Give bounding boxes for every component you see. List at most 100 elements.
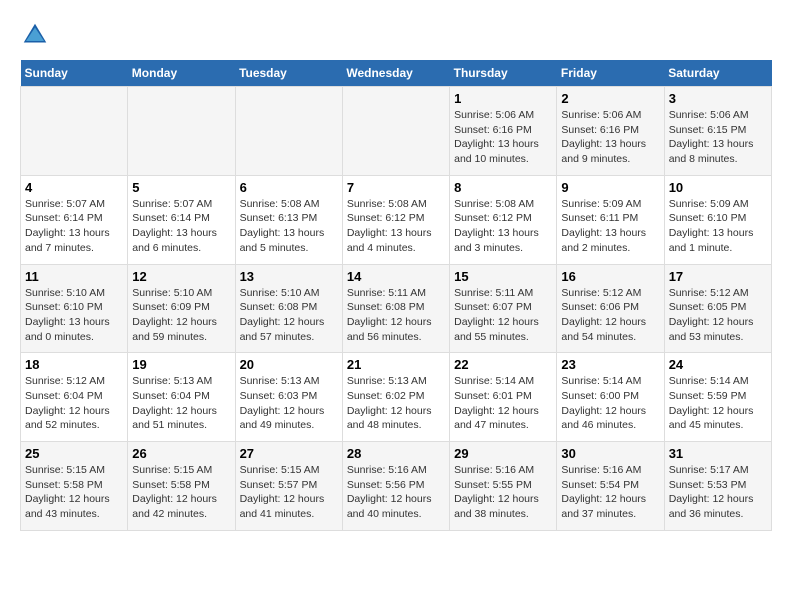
day-content: Sunrise: 5:10 AMSunset: 6:10 PMDaylight:… [25, 286, 123, 345]
header-friday: Friday [557, 60, 664, 87]
cell-week2-day6: 10 Sunrise: 5:09 AMSunset: 6:10 PMDayligh… [664, 175, 771, 264]
day-content: Sunrise: 5:16 AMSunset: 5:54 PMDaylight:… [561, 463, 659, 522]
day-number: 15 [454, 269, 552, 284]
day-number: 1 [454, 91, 552, 106]
header-wednesday: Wednesday [342, 60, 449, 87]
day-number: 3 [669, 91, 767, 106]
day-content: Sunrise: 5:17 AMSunset: 5:53 PMDaylight:… [669, 463, 767, 522]
cell-week1-day3 [342, 87, 449, 176]
week-row-1: 1 Sunrise: 5:06 AMSunset: 6:16 PMDaylight… [21, 87, 772, 176]
day-content: Sunrise: 5:08 AMSunset: 6:13 PMDaylight:… [240, 197, 338, 256]
day-content: Sunrise: 5:13 AMSunset: 6:03 PMDaylight:… [240, 374, 338, 433]
day-content: Sunrise: 5:15 AMSunset: 5:58 PMDaylight:… [132, 463, 230, 522]
header [20, 20, 772, 50]
day-content: Sunrise: 5:15 AMSunset: 5:57 PMDaylight:… [240, 463, 338, 522]
cell-week2-day0: 4 Sunrise: 5:07 AMSunset: 6:14 PMDaylight… [21, 175, 128, 264]
day-number: 16 [561, 269, 659, 284]
day-number: 10 [669, 180, 767, 195]
day-number: 26 [132, 446, 230, 461]
cell-week1-day0 [21, 87, 128, 176]
day-content: Sunrise: 5:12 AMSunset: 6:06 PMDaylight:… [561, 286, 659, 345]
day-content: Sunrise: 5:07 AMSunset: 6:14 PMDaylight:… [25, 197, 123, 256]
day-number: 27 [240, 446, 338, 461]
cell-week5-day2: 27 Sunrise: 5:15 AMSunset: 5:57 PMDayligh… [235, 442, 342, 531]
day-content: Sunrise: 5:12 AMSunset: 6:05 PMDaylight:… [669, 286, 767, 345]
day-content: Sunrise: 5:13 AMSunset: 6:04 PMDaylight:… [132, 374, 230, 433]
day-number: 19 [132, 357, 230, 372]
day-number: 14 [347, 269, 445, 284]
day-content: Sunrise: 5:07 AMSunset: 6:14 PMDaylight:… [132, 197, 230, 256]
day-number: 24 [669, 357, 767, 372]
cell-week5-day3: 28Sunrise: 5:16 AMSunset: 5:56 PMDayligh… [342, 442, 449, 531]
cell-week1-day4: 1 Sunrise: 5:06 AMSunset: 6:16 PMDaylight… [450, 87, 557, 176]
day-number: 12 [132, 269, 230, 284]
day-number: 21 [347, 357, 445, 372]
day-content: Sunrise: 5:12 AMSunset: 6:04 PMDaylight:… [25, 374, 123, 433]
day-content: Sunrise: 5:14 AMSunset: 6:01 PMDaylight:… [454, 374, 552, 433]
cell-week2-day5: 9Sunrise: 5:09 AMSunset: 6:11 PMDaylight… [557, 175, 664, 264]
day-content: Sunrise: 5:08 AMSunset: 6:12 PMDaylight:… [347, 197, 445, 256]
cell-week4-day3: 21 Sunrise: 5:13 AMSunset: 6:02 PMDayligh… [342, 353, 449, 442]
cell-week4-day2: 20 Sunrise: 5:13 AMSunset: 6:03 PMDayligh… [235, 353, 342, 442]
header-monday: Monday [128, 60, 235, 87]
cell-week2-day3: 7 Sunrise: 5:08 AMSunset: 6:12 PMDaylight… [342, 175, 449, 264]
day-number: 30 [561, 446, 659, 461]
day-content: Sunrise: 5:06 AMSunset: 6:16 PMDaylight:… [561, 108, 659, 167]
day-content: Sunrise: 5:11 AMSunset: 6:08 PMDaylight:… [347, 286, 445, 345]
cell-week1-day6: 3 Sunrise: 5:06 AMSunset: 6:15 PMDaylight… [664, 87, 771, 176]
logo-icon [20, 20, 50, 50]
cell-week5-day1: 26 Sunrise: 5:15 AMSunset: 5:58 PMDayligh… [128, 442, 235, 531]
cell-week3-day6: 17 Sunrise: 5:12 AMSunset: 6:05 PMDayligh… [664, 264, 771, 353]
cell-week2-day2: 6 Sunrise: 5:08 AMSunset: 6:13 PMDaylight… [235, 175, 342, 264]
header-tuesday: Tuesday [235, 60, 342, 87]
day-number: 6 [240, 180, 338, 195]
week-row-4: 18Sunrise: 5:12 AMSunset: 6:04 PMDayligh… [21, 353, 772, 442]
calendar-table: SundayMondayTuesdayWednesdayThursdayFrid… [20, 60, 772, 531]
cell-week3-day3: 14 Sunrise: 5:11 AMSunset: 6:08 PMDayligh… [342, 264, 449, 353]
day-number: 4 [25, 180, 123, 195]
cell-week3-day5: 16 Sunrise: 5:12 AMSunset: 6:06 PMDayligh… [557, 264, 664, 353]
header-thursday: Thursday [450, 60, 557, 87]
day-number: 25 [25, 446, 123, 461]
cell-week5-day6: 31 Sunrise: 5:17 AMSunset: 5:53 PMDayligh… [664, 442, 771, 531]
week-row-3: 11 Sunrise: 5:10 AMSunset: 6:10 PMDayligh… [21, 264, 772, 353]
day-number: 20 [240, 357, 338, 372]
cell-week4-day5: 23 Sunrise: 5:14 AMSunset: 6:00 PMDayligh… [557, 353, 664, 442]
cell-week1-day5: 2Sunrise: 5:06 AMSunset: 6:16 PMDaylight… [557, 87, 664, 176]
calendar-body: 1 Sunrise: 5:06 AMSunset: 6:16 PMDaylight… [21, 87, 772, 531]
cell-week5-day4: 29 Sunrise: 5:16 AMSunset: 5:55 PMDayligh… [450, 442, 557, 531]
cell-week4-day1: 19 Sunrise: 5:13 AMSunset: 6:04 PMDayligh… [128, 353, 235, 442]
day-content: Sunrise: 5:16 AMSunset: 5:55 PMDaylight:… [454, 463, 552, 522]
day-content: Sunrise: 5:13 AMSunset: 6:02 PMDaylight:… [347, 374, 445, 433]
week-row-2: 4 Sunrise: 5:07 AMSunset: 6:14 PMDaylight… [21, 175, 772, 264]
header-saturday: Saturday [664, 60, 771, 87]
cell-week3-day4: 15Sunrise: 5:11 AMSunset: 6:07 PMDayligh… [450, 264, 557, 353]
cell-week5-day0: 25 Sunrise: 5:15 AMSunset: 5:58 PMDayligh… [21, 442, 128, 531]
day-content: Sunrise: 5:10 AMSunset: 6:09 PMDaylight:… [132, 286, 230, 345]
day-content: Sunrise: 5:09 AMSunset: 6:11 PMDaylight:… [561, 197, 659, 256]
header-sunday: Sunday [21, 60, 128, 87]
day-number: 23 [561, 357, 659, 372]
calendar-header: SundayMondayTuesdayWednesdayThursdayFrid… [21, 60, 772, 87]
logo [20, 20, 54, 50]
day-content: Sunrise: 5:16 AMSunset: 5:56 PMDaylight:… [347, 463, 445, 522]
day-content: Sunrise: 5:06 AMSunset: 6:16 PMDaylight:… [454, 108, 552, 167]
day-number: 13 [240, 269, 338, 284]
day-number: 31 [669, 446, 767, 461]
day-content: Sunrise: 5:09 AMSunset: 6:10 PMDaylight:… [669, 197, 767, 256]
cell-week4-day0: 18Sunrise: 5:12 AMSunset: 6:04 PMDayligh… [21, 353, 128, 442]
day-number: 29 [454, 446, 552, 461]
cell-week2-day4: 8Sunrise: 5:08 AMSunset: 6:12 PMDaylight… [450, 175, 557, 264]
day-number: 7 [347, 180, 445, 195]
day-number: 11 [25, 269, 123, 284]
cell-week1-day2 [235, 87, 342, 176]
cell-week4-day6: 24Sunrise: 5:14 AMSunset: 5:59 PMDayligh… [664, 353, 771, 442]
cell-week3-day0: 11 Sunrise: 5:10 AMSunset: 6:10 PMDayligh… [21, 264, 128, 353]
day-content: Sunrise: 5:14 AMSunset: 6:00 PMDaylight:… [561, 374, 659, 433]
day-number: 5 [132, 180, 230, 195]
week-row-5: 25 Sunrise: 5:15 AMSunset: 5:58 PMDayligh… [21, 442, 772, 531]
day-content: Sunrise: 5:15 AMSunset: 5:58 PMDaylight:… [25, 463, 123, 522]
day-number: 17 [669, 269, 767, 284]
day-content: Sunrise: 5:06 AMSunset: 6:15 PMDaylight:… [669, 108, 767, 167]
cell-week4-day4: 22Sunrise: 5:14 AMSunset: 6:01 PMDayligh… [450, 353, 557, 442]
